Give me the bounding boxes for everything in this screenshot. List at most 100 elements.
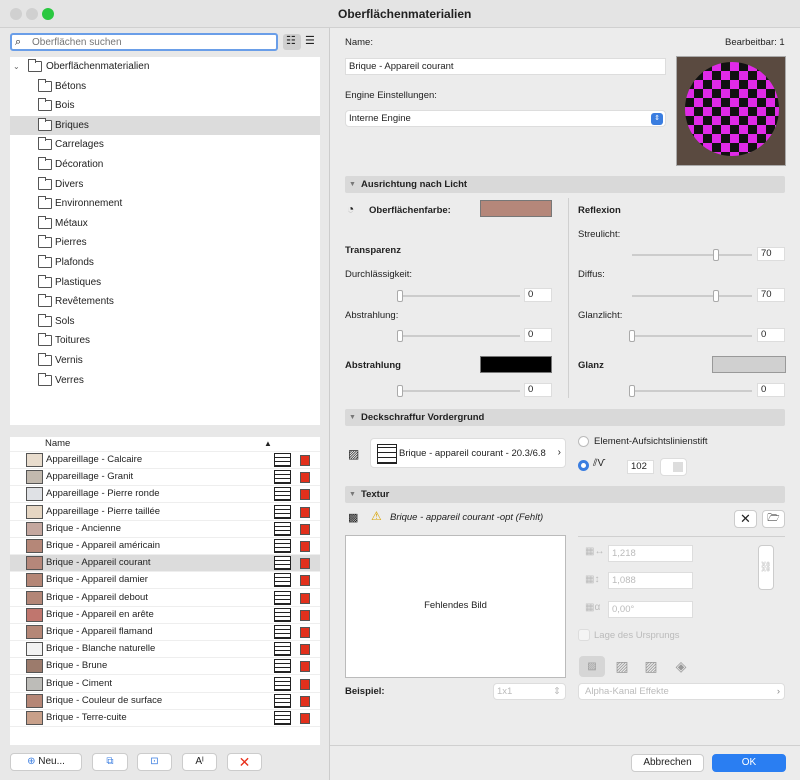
- list-row[interactable]: Brique - Blanche naturelle: [10, 641, 320, 659]
- tree-folder[interactable]: Décoration: [10, 155, 320, 174]
- list-view-button[interactable]: ☰: [302, 34, 320, 50]
- list-row[interactable]: Brique - Appareil américain: [10, 538, 320, 555]
- minimize-window-button[interactable]: [26, 8, 38, 20]
- tree-folder[interactable]: Plastiques: [10, 273, 320, 292]
- ok-button[interactable]: OK: [712, 754, 786, 772]
- slider-thumb[interactable]: [629, 385, 635, 397]
- list-row[interactable]: Appareillage - Pierre ronde: [10, 486, 320, 504]
- list-row[interactable]: Appareillage - Pierre taillée: [10, 504, 320, 521]
- emission-color-swatch[interactable]: [480, 356, 552, 373]
- specular-slider[interactable]: [629, 330, 752, 342]
- tree-folder[interactable]: Divers: [10, 175, 320, 194]
- emission-slider[interactable]: [397, 330, 520, 342]
- divider: [568, 198, 569, 398]
- list-row[interactable]: Appareillage - Granit: [10, 469, 320, 487]
- list-row[interactable]: Brique - Terre-cuite: [10, 710, 320, 727]
- mapping-option-3[interactable]: ▨: [641, 656, 661, 677]
- duplicate-button[interactable]: ⧉: [92, 753, 128, 771]
- section-texture[interactable]: Textur: [345, 486, 785, 503]
- slider-thumb[interactable]: [629, 330, 635, 342]
- cancel-button[interactable]: Abbrechen: [631, 754, 704, 772]
- slider-thumb[interactable]: [713, 290, 719, 302]
- color-swatch: [26, 539, 43, 553]
- list-row[interactable]: Brique - Couleur de surface: [10, 693, 320, 710]
- pen-number-field[interactable]: 102: [627, 460, 654, 474]
- section-light[interactable]: Ausrichtung nach Licht: [345, 176, 785, 193]
- ambient-slider[interactable]: [632, 249, 752, 261]
- slider-thumb[interactable]: [397, 385, 403, 397]
- hatch-pattern-button[interactable]: Brique - appareil courant - 20.3/6.8 ›: [370, 438, 566, 468]
- list-row[interactable]: Brique - Appareil debout: [10, 590, 320, 607]
- diffuse-value-field[interactable]: 70: [757, 288, 785, 302]
- color-swatch: [26, 693, 43, 708]
- transmission-value-field[interactable]: 0: [524, 288, 552, 302]
- list-row[interactable]: Brique - Ciment: [10, 676, 320, 693]
- tree-folder[interactable]: Pierres: [10, 233, 320, 252]
- zoom-window-button[interactable]: [42, 8, 54, 20]
- remove-texture-button[interactable]: ✕: [734, 510, 757, 528]
- mapping-option-2[interactable]: ▨: [612, 656, 632, 677]
- surface-color-swatch[interactable]: [480, 200, 552, 217]
- example-select[interactable]: 1x1 ⇕: [493, 683, 566, 700]
- radio-element-pen[interactable]: [578, 436, 589, 447]
- tree-folder[interactable]: Plafonds: [10, 253, 320, 272]
- radio-custom-pen[interactable]: [578, 460, 589, 471]
- shine-value-field[interactable]: 0: [757, 383, 785, 397]
- tree-folder[interactable]: Vernis: [10, 351, 320, 370]
- close-window-button[interactable]: [10, 8, 22, 20]
- delete-button[interactable]: ✕: [227, 753, 262, 771]
- tree-folder[interactable]: Verres: [10, 371, 320, 390]
- texture-height-field[interactable]: 1,088: [608, 572, 693, 589]
- list-row[interactable]: Brique - Appareil flamand: [10, 624, 320, 641]
- open-texture-folder-button[interactable]: 🗁: [762, 510, 785, 528]
- list-row[interactable]: Brique - Ancienne: [10, 521, 320, 538]
- transmission-slider[interactable]: [397, 290, 520, 302]
- tree-folder[interactable]: Toitures: [10, 331, 320, 350]
- texture-icon: [300, 592, 310, 604]
- slider-thumb[interactable]: [713, 249, 719, 261]
- alpha-channel-button[interactable]: Alpha-Kanal Effekte ›: [578, 683, 785, 700]
- list-row[interactable]: Brique - Appareil damier: [10, 572, 320, 590]
- import-button[interactable]: ⊡: [137, 753, 172, 771]
- mapping-option-1[interactable]: ▨: [579, 656, 605, 677]
- tree-root[interactable]: ⌄ Oberflächenmaterialien: [10, 57, 320, 76]
- shine-slider[interactable]: [629, 385, 752, 397]
- chevron-down-icon[interactable]: ⌄: [13, 57, 20, 76]
- tree-folder[interactable]: Carrelages: [10, 135, 320, 154]
- name-field[interactable]: Brique - Appareil courant: [345, 58, 666, 75]
- search-input[interactable]: [10, 33, 278, 51]
- specular-value-field[interactable]: 0: [757, 328, 785, 342]
- slider-thumb[interactable]: [397, 330, 403, 342]
- section-hatch[interactable]: Deckschraffur Vordergrund: [345, 409, 785, 426]
- tree-folder[interactable]: Environnement: [10, 194, 320, 213]
- link-proportions-button[interactable]: ⛓: [758, 545, 774, 590]
- warning-icon: ⚠: [371, 509, 382, 523]
- tree-folder[interactable]: Métaux: [10, 214, 320, 233]
- emission-strength-value-field[interactable]: 0: [524, 383, 552, 397]
- tree-folder[interactable]: Revêtements: [10, 292, 320, 311]
- emission-strength-slider[interactable]: [397, 385, 520, 397]
- shine-color-swatch[interactable]: [712, 356, 786, 373]
- emission-value-field[interactable]: 0: [524, 328, 552, 342]
- engine-select[interactable]: Interne Engine ⇕: [345, 110, 666, 127]
- rename-button[interactable]: Aᴵ: [182, 753, 217, 771]
- ambient-value-field[interactable]: 70: [757, 247, 785, 261]
- mapping-option-4[interactable]: ◈: [671, 656, 691, 677]
- origin-checkbox[interactable]: [578, 629, 590, 641]
- pen-color-button[interactable]: [660, 458, 687, 476]
- list-header[interactable]: Name ▲: [10, 437, 320, 452]
- list-row[interactable]: Brique - Brune: [10, 658, 320, 676]
- texture-angle-field[interactable]: 0,00°: [608, 601, 693, 618]
- list-row[interactable]: Brique - Appareil en arête: [10, 607, 320, 624]
- tree-view-button[interactable]: ☷: [283, 34, 301, 50]
- diffuse-slider[interactable]: [632, 290, 752, 302]
- list-row[interactable]: Appareillage - Calcaire: [10, 452, 320, 469]
- slider-thumb[interactable]: [397, 290, 403, 302]
- new-button[interactable]: ⊕ Neu...: [10, 753, 82, 771]
- tree-folder[interactable]: Sols: [10, 312, 320, 331]
- tree-folder[interactable]: Bois: [10, 96, 320, 115]
- tree-folder[interactable]: Bétons: [10, 77, 320, 96]
- texture-width-field[interactable]: 1,218: [608, 545, 693, 562]
- list-row[interactable]: Brique - Appareil courant: [10, 555, 320, 573]
- tree-folder[interactable]: Briques: [10, 115, 320, 135]
